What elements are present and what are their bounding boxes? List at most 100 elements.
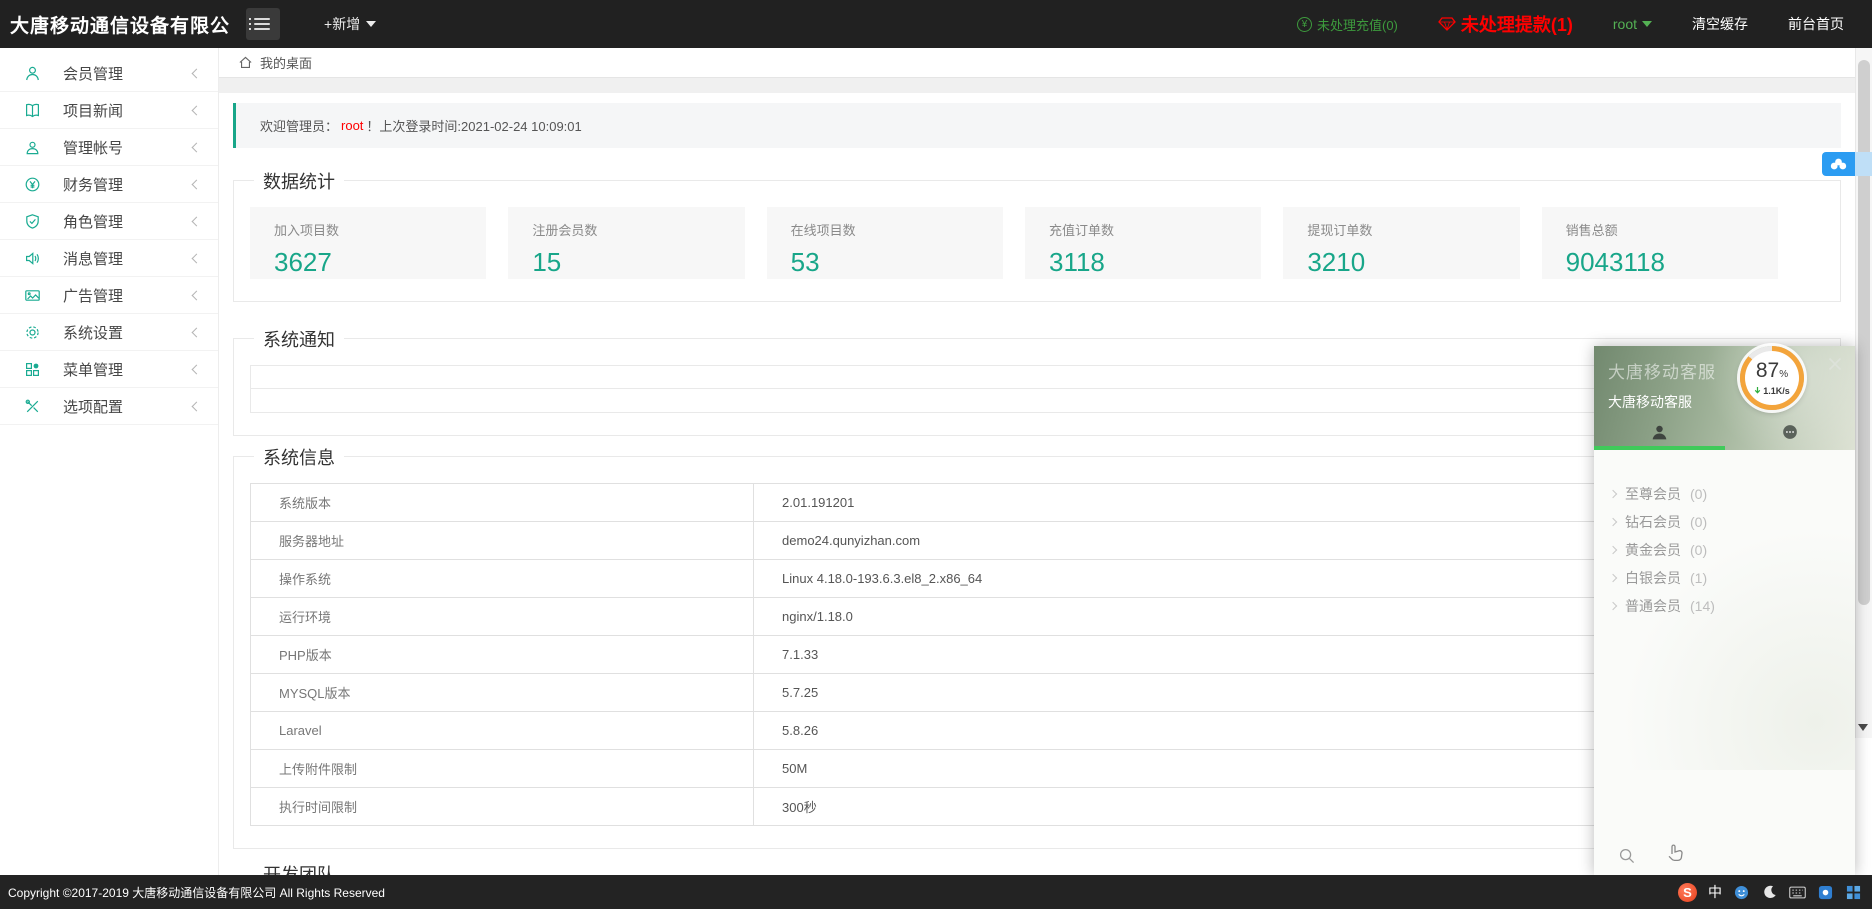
sogou-input-icon[interactable]: S bbox=[1678, 883, 1697, 902]
pending-recharge-button[interactable]: ¥ 未处理充值(0) bbox=[1297, 15, 1398, 34]
chevron-left-icon bbox=[192, 179, 202, 189]
sidebar-item-settings[interactable]: 系统设置 bbox=[0, 314, 218, 351]
stat-cards: 加入项目数 3627 注册会员数 15 在线项目数 53 充值订单数 3118 … bbox=[250, 207, 1824, 279]
table-row: PHP版本 7.1.33 bbox=[251, 636, 1823, 674]
stats-section-title: 数据统计 bbox=[254, 168, 344, 194]
speaker-icon bbox=[24, 250, 41, 267]
chevron-right-icon bbox=[1609, 490, 1617, 498]
ime-taskbar: S 中 bbox=[1678, 882, 1872, 902]
stats-section: 数据统计 加入项目数 3627 注册会员数 15 在线项目数 53 充值订单数 … bbox=[233, 180, 1841, 302]
list-item-group-diamond[interactable]: 钻石会员 (0) bbox=[1594, 508, 1855, 536]
list-item-group-silver[interactable]: 白银会员 (1) bbox=[1594, 564, 1855, 592]
home-icon bbox=[238, 55, 253, 70]
hand-pointer-icon[interactable] bbox=[1662, 841, 1688, 865]
chevron-right-icon bbox=[1609, 574, 1617, 582]
user-icon bbox=[24, 65, 41, 82]
search-icon[interactable] bbox=[1618, 847, 1636, 865]
account-icon bbox=[24, 139, 41, 156]
pending-recharge-label: 未处理充值(0) bbox=[1317, 15, 1398, 34]
chevron-right-icon bbox=[1609, 546, 1617, 554]
table-row: 系统版本 2.01.191201 bbox=[251, 484, 1823, 522]
book-icon bbox=[24, 102, 41, 119]
stat-card-recharge-orders: 充值订单数 3118 bbox=[1025, 207, 1261, 279]
tools-icon bbox=[24, 398, 41, 415]
stat-card-withdraw-orders: 提现订单数 3210 bbox=[1283, 207, 1519, 279]
apps-grid-icon[interactable] bbox=[1845, 884, 1862, 901]
download-progress-badge[interactable]: 87% 1.1K/s bbox=[1740, 346, 1804, 410]
table-row: 服务器地址 demo24.qunyizhan.com bbox=[251, 522, 1823, 560]
recharge-coin-icon: ¥ bbox=[1297, 17, 1312, 32]
breadcrumb[interactable]: 我的桌面 bbox=[219, 48, 1855, 78]
chat-footer bbox=[1594, 841, 1855, 865]
sidebar-item-messages[interactable]: 消息管理 bbox=[0, 240, 218, 277]
clear-cache-button[interactable]: 清空缓存 bbox=[1692, 14, 1748, 34]
notice-row bbox=[250, 365, 1824, 389]
sidebar-item-news[interactable]: 项目新闻 bbox=[0, 92, 218, 129]
header-actions: ¥ 未处理充值(0) 未处理提款(1) root 清空缓存 前台首页 bbox=[1297, 11, 1872, 37]
pending-withdraw-button[interactable]: 未处理提款(1) bbox=[1438, 11, 1573, 37]
menu-grid-icon bbox=[24, 361, 41, 378]
download-percent: 87 bbox=[1756, 359, 1779, 382]
add-new-dropdown[interactable]: +新增 bbox=[324, 14, 376, 34]
app-title: 大唐移动通信设备有限公 bbox=[0, 11, 246, 38]
dev-team-section-title: 开发团队 bbox=[254, 861, 344, 875]
chevron-down-icon bbox=[1642, 21, 1652, 27]
image-icon bbox=[24, 287, 41, 304]
notice-row bbox=[250, 389, 1824, 413]
list-item-group-supreme[interactable]: 至尊会员 (0) bbox=[1594, 480, 1855, 508]
cloud-save-button[interactable] bbox=[1822, 152, 1855, 176]
table-row: MYSQL版本 5.7.25 bbox=[251, 674, 1823, 712]
sidebar: 会员管理 项目新闻 管理帐号 财务管理 角色管理 消息管理 广告管理 系统设置 bbox=[0, 48, 219, 875]
chevron-left-icon bbox=[192, 253, 202, 263]
scroll-down-arrow[interactable] bbox=[1858, 724, 1868, 731]
shield-check-icon bbox=[24, 213, 41, 230]
list-item-group-gold[interactable]: 黄金会员 (0) bbox=[1594, 536, 1855, 564]
diamond-icon bbox=[1438, 17, 1456, 31]
table-row: Laravel 5.8.26 bbox=[251, 712, 1823, 750]
sysinfo-section-title: 系统信息 bbox=[254, 444, 344, 470]
chevron-left-icon bbox=[192, 216, 202, 226]
front-page-button[interactable]: 前台首页 bbox=[1788, 14, 1844, 34]
sidebar-toggle-button[interactable] bbox=[246, 8, 280, 40]
table-row: 执行时间限制 300秒 bbox=[251, 788, 1823, 826]
top-header: 大唐移动通信设备有限公 +新增 ¥ 未处理充值(0) 未处理提款(1) root… bbox=[0, 0, 1872, 48]
tab-chat[interactable] bbox=[1725, 414, 1856, 450]
sidebar-item-options[interactable]: 选项配置 bbox=[0, 388, 218, 425]
ime-emoji-icon[interactable] bbox=[1733, 884, 1750, 901]
user-menu[interactable]: root bbox=[1613, 16, 1652, 32]
table-row: 操作系统 Linux 4.18.0-193.6.3.el8_2.x86_64 bbox=[251, 560, 1823, 598]
welcome-banner: 欢迎管理员： root ！上次登录时间:2021-02-24 10:09:01 bbox=[233, 103, 1841, 148]
pending-withdraw-label: 未处理提款(1) bbox=[1461, 11, 1573, 37]
download-speed: 1.1K/s bbox=[1763, 386, 1790, 396]
chevron-down-icon bbox=[366, 21, 376, 27]
list-item-group-normal[interactable]: 普通会员 (14) bbox=[1594, 592, 1855, 620]
chevron-left-icon bbox=[192, 142, 202, 152]
chevron-right-icon bbox=[1609, 518, 1617, 526]
welcome-prefix: 欢迎管理员： bbox=[260, 116, 338, 135]
down-arrow-icon bbox=[1754, 386, 1761, 395]
sidebar-item-menus[interactable]: 菜单管理 bbox=[0, 351, 218, 388]
chat-tabs bbox=[1594, 414, 1855, 450]
sidebar-item-admin-accounts[interactable]: 管理帐号 bbox=[0, 129, 218, 166]
yen-circle-icon bbox=[24, 176, 41, 193]
ime-lang-indicator[interactable]: 中 bbox=[1708, 882, 1722, 902]
chevron-right-icon bbox=[1609, 602, 1617, 610]
ime-keyboard-icon[interactable] bbox=[1789, 884, 1806, 901]
welcome-suffix: ！上次登录时间:2021-02-24 10:09:01 bbox=[366, 116, 581, 135]
tab-contacts[interactable] bbox=[1594, 414, 1725, 450]
cloud-toolbar-edge[interactable] bbox=[1855, 152, 1872, 176]
sidebar-item-members[interactable]: 会员管理 bbox=[0, 55, 218, 92]
cloud-icon bbox=[1829, 157, 1848, 171]
extension-icon[interactable] bbox=[1817, 884, 1834, 901]
chevron-left-icon bbox=[192, 290, 202, 300]
scrollbar-thumb[interactable] bbox=[1858, 60, 1870, 605]
sidebar-item-finance[interactable]: 财务管理 bbox=[0, 166, 218, 203]
stat-card-registered-members: 注册会员数 15 bbox=[508, 207, 744, 279]
sidebar-item-ads[interactable]: 广告管理 bbox=[0, 277, 218, 314]
close-icon[interactable] bbox=[1827, 356, 1843, 372]
copyright-text: Copyright ©2017-2019 大唐移动通信设备有限公司 All Ri… bbox=[8, 884, 385, 901]
ime-night-icon[interactable] bbox=[1761, 884, 1778, 901]
sidebar-item-roles[interactable]: 角色管理 bbox=[0, 203, 218, 240]
sysinfo-table: 系统版本 2.01.191201 服务器地址 demo24.qunyizhan.… bbox=[250, 483, 1824, 826]
stat-card-total-sales: 销售总额 9043118 bbox=[1542, 207, 1778, 279]
